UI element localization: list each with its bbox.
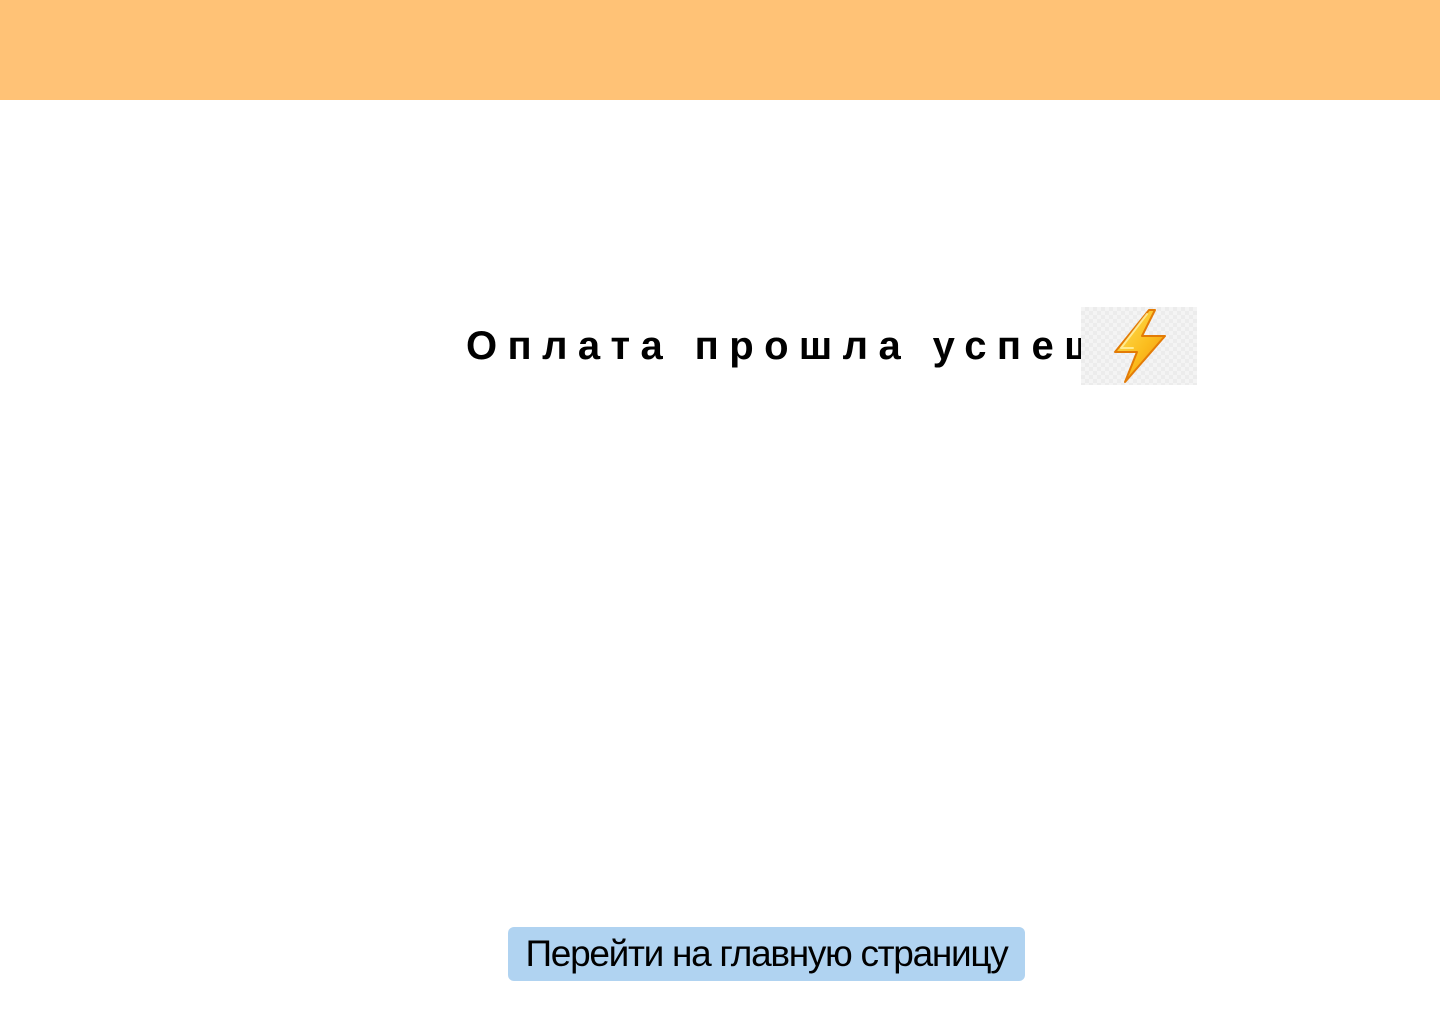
header-bar [0, 0, 1440, 100]
lightning-icon [1081, 307, 1197, 385]
status-message: Оплата прошла успешно [466, 323, 1178, 368]
payment-status: Оплата прошла успешно [466, 307, 1197, 385]
lightning-icon-graphic [1114, 309, 1166, 383]
go-home-button[interactable]: Перейти на главную страницу [508, 927, 1025, 981]
